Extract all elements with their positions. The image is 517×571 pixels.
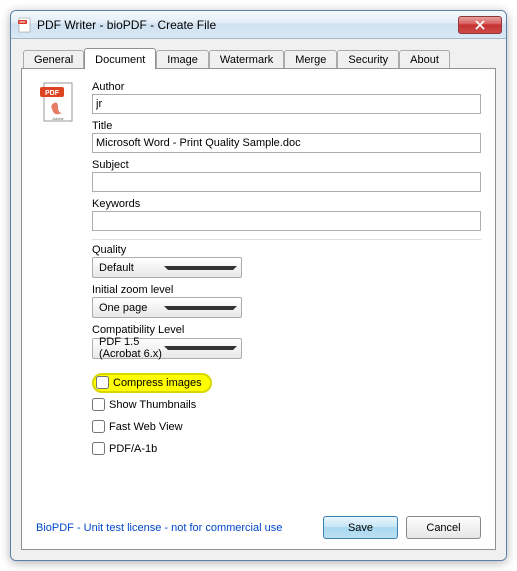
tab-watermark[interactable]: Watermark: [209, 50, 284, 69]
tab-panel-document: PDF Adobe Author Title Subject Keywords: [21, 68, 496, 550]
author-label: Author: [92, 81, 481, 93]
show-thumbnails-label: Show Thumbnails: [109, 399, 196, 411]
compress-images-label: Compress images: [113, 377, 202, 389]
close-button[interactable]: [458, 16, 502, 34]
pdfa-label: PDF/A-1b: [109, 443, 157, 455]
keywords-label: Keywords: [92, 198, 481, 210]
tab-general[interactable]: General: [23, 50, 84, 69]
tab-image[interactable]: Image: [156, 50, 209, 69]
cancel-button[interactable]: Cancel: [406, 516, 481, 539]
tab-about[interactable]: About: [399, 50, 450, 69]
app-icon: PDF: [17, 17, 33, 33]
subject-input[interactable]: [92, 172, 481, 192]
zoom-value: One page: [99, 302, 164, 314]
svg-text:Adobe: Adobe: [52, 116, 64, 121]
client-area: General Document Image Watermark Merge S…: [11, 39, 506, 560]
quality-label: Quality: [92, 244, 481, 256]
keywords-input[interactable]: [92, 211, 481, 231]
zoom-label: Initial zoom level: [92, 284, 481, 296]
quality-select[interactable]: Default: [92, 257, 242, 278]
license-text: BioPDF - Unit test license - not for com…: [36, 522, 315, 534]
save-button[interactable]: Save: [323, 516, 398, 539]
compat-label: Compatibility Level: [92, 324, 481, 336]
compress-images-highlight: Compress images: [92, 373, 212, 393]
window-title: PDF Writer - bioPDF - Create File: [37, 18, 458, 32]
fast-web-view-checkbox[interactable]: [92, 420, 105, 433]
icon-column: PDF Adobe: [36, 79, 92, 459]
svg-text:PDF: PDF: [20, 20, 26, 24]
chevron-down-icon: [164, 306, 237, 310]
tab-document[interactable]: Document: [84, 48, 156, 69]
zoom-select[interactable]: One page: [92, 297, 242, 318]
author-input[interactable]: [92, 94, 481, 114]
compress-images-checkbox[interactable]: [96, 376, 109, 389]
dialog-window: PDF PDF Writer - bioPDF - Create File Ge…: [10, 10, 507, 561]
tab-strip: General Document Image Watermark Merge S…: [21, 47, 496, 69]
compat-value: PDF 1.5 (Acrobat 6.x): [99, 336, 164, 360]
titlebar: PDF PDF Writer - bioPDF - Create File: [11, 11, 506, 39]
tab-merge[interactable]: Merge: [284, 50, 337, 69]
fast-web-view-label: Fast Web View: [109, 421, 183, 433]
fields-column: Author Title Subject Keywords Quality De…: [92, 79, 481, 459]
divider: [92, 239, 481, 240]
footer: BioPDF - Unit test license - not for com…: [36, 508, 481, 539]
title-label: Title: [92, 120, 481, 132]
subject-label: Subject: [92, 159, 481, 171]
show-thumbnails-checkbox[interactable]: [92, 398, 105, 411]
tab-security[interactable]: Security: [337, 50, 399, 69]
pdfa-checkbox[interactable]: [92, 442, 105, 455]
quality-value: Default: [99, 262, 164, 274]
chevron-down-icon: [164, 346, 237, 350]
compat-select[interactable]: PDF 1.5 (Acrobat 6.x): [92, 338, 242, 359]
title-input[interactable]: [92, 133, 481, 153]
pdf-file-icon: PDF Adobe: [36, 79, 82, 125]
svg-text:PDF: PDF: [45, 90, 60, 97]
close-icon: [475, 20, 485, 30]
chevron-down-icon: [164, 266, 237, 270]
